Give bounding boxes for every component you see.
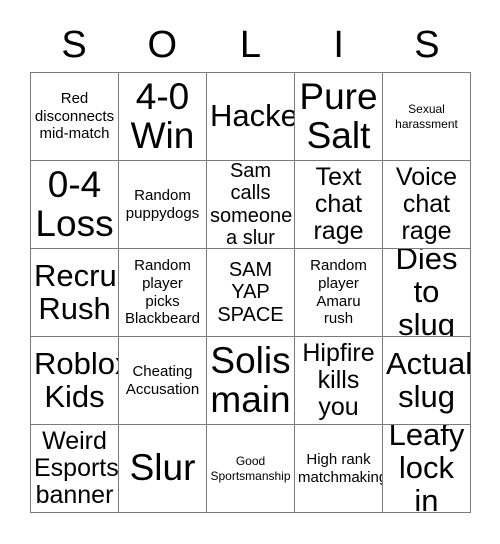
bingo-cell-r3c2[interactable]: Random player picks Blackbeard [119,249,207,337]
bingo-header-letters: S O L I S [30,18,471,72]
bingo-cell-r2c1[interactable]: 0-4 Loss [31,161,119,249]
bingo-cell-r4c3[interactable]: Solis main [207,337,295,425]
bingo-cell-r5c1[interactable]: Weird Esports banner [31,425,119,513]
bingo-card: S O L I S Red disconnects mid-match 4-0 … [0,0,500,544]
bingo-cell-r5c4[interactable]: High rank matchmaking [295,425,383,513]
bingo-cell-text: Red disconnects mid-match [34,89,115,143]
bingo-cell-text: Good Sportsmanship [210,453,291,483]
bingo-cell-r5c2[interactable]: Slur [119,425,207,513]
bingo-cell-r3c5[interactable]: Dies to slug [383,249,471,337]
bingo-cell-text: High rank matchmaking [298,450,383,486]
bingo-cell-text: Text chat rage [313,162,364,246]
bingo-cell-text: 0-4 Loss [35,164,114,244]
bingo-cell-r2c3[interactable]: Sam calls someone a slur [207,161,295,249]
bingo-cell-r4c1[interactable]: Roblox Kids [31,337,119,425]
header-letter-5: S [414,24,440,66]
bingo-cell-r2c2[interactable]: Random puppydogs [119,161,207,249]
bingo-cell-text: Voice chat rage [395,162,458,246]
bingo-cell-text: Actual slug [386,345,471,414]
bingo-cell-text: Recruit Rush [34,257,118,326]
bingo-cell-r2c4[interactable]: Text chat rage [295,161,383,249]
header-letter-4: I [333,24,344,66]
bingo-cell-r5c3[interactable]: Good Sportsmanship [207,425,295,513]
bingo-cell-text: Roblox Kids [34,345,118,414]
bingo-cell-r3c4[interactable]: Random player Amaru rush [295,249,383,337]
bingo-cell-text: Cheating Accusation [125,362,200,398]
bingo-cell-r4c5[interactable]: Actual slug [383,337,471,425]
header-letter-1: S [61,24,87,66]
bingo-cell-r3c1[interactable]: Recruit Rush [31,249,119,337]
bingo-cell-r1c5[interactable]: Sexual harassment [383,73,471,161]
bingo-cell-r1c1[interactable]: Red disconnects mid-match [31,73,119,161]
bingo-cell-r5c5[interactable]: Leafy lock in [383,425,471,513]
bingo-cell-text: Hipfire kills you [302,338,375,422]
header-letter-3: L [239,24,262,66]
bingo-cell-text: Random player Amaru rush [310,257,367,328]
bingo-cell-r1c3[interactable]: Hacker [207,73,295,161]
bingo-cell-text: Pure Salt [299,76,378,156]
bingo-grid: Red disconnects mid-match 4-0 Win Hacker… [30,72,471,513]
bingo-cell-r3c3[interactable]: SAM YAP SPACE [207,249,295,337]
bingo-cell-text: Sexual harassment [395,101,458,131]
bingo-cell-r4c4[interactable]: Hipfire kills you [295,337,383,425]
bingo-cell-r2c5[interactable]: Voice chat rage [383,161,471,249]
bingo-cell-text: Leafy lock in [388,425,465,513]
header-letter-2: O [147,24,178,66]
bingo-cell-r1c4[interactable]: Pure Salt [295,73,383,161]
bingo-cell-text: Dies to slug [395,249,458,337]
bingo-cell-r4c2[interactable]: Cheating Accusation [119,337,207,425]
bingo-cell-text: Hacker [210,98,294,134]
bingo-cell-text: Weird Esports banner [34,426,119,510]
bingo-cell-text: Solis main [210,340,291,420]
bingo-cell-text: Random puppydogs [125,186,200,222]
bingo-cell-text: Sam calls someone a slur [210,161,293,249]
bingo-cell-text: Slur [129,447,196,489]
bingo-cell-text: Random player picks Blackbeard [124,257,201,328]
bingo-cell-text: SAM YAP SPACE [217,258,284,326]
bingo-cell-r1c2[interactable]: 4-0 Win [119,73,207,161]
bingo-cell-text: 4-0 Win [130,76,195,156]
